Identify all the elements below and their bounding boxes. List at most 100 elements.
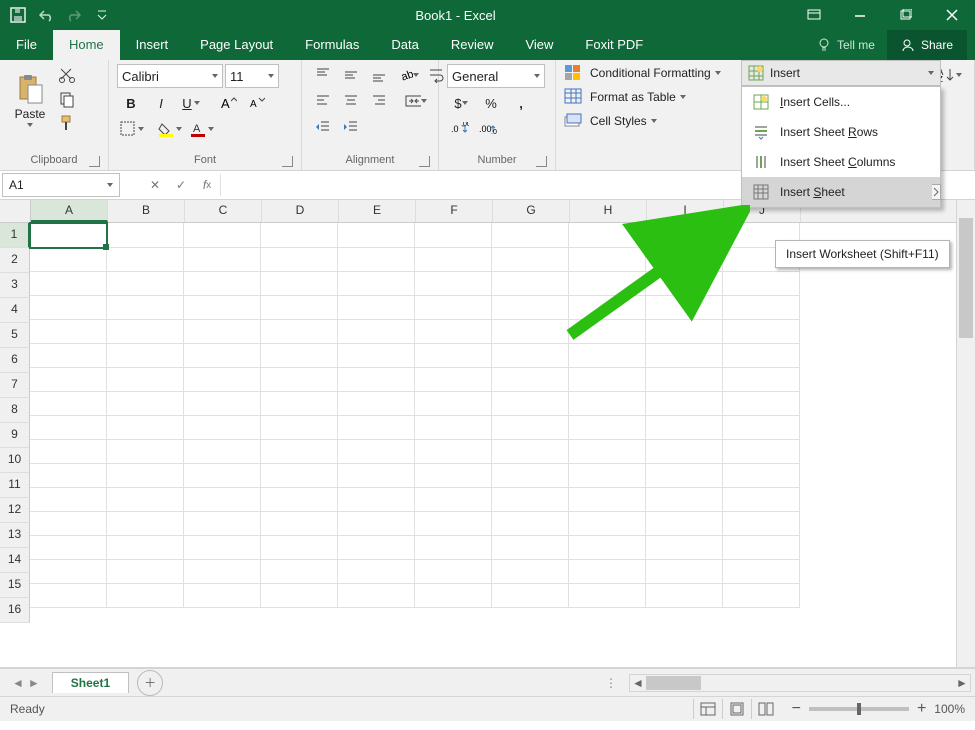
cell[interactable] xyxy=(415,583,492,608)
cell[interactable] xyxy=(492,559,569,584)
cell[interactable] xyxy=(415,295,492,320)
cell[interactable] xyxy=(569,271,646,296)
cell[interactable] xyxy=(107,223,184,248)
cell[interactable] xyxy=(261,559,338,584)
row-header[interactable]: 5 xyxy=(0,323,30,348)
currency-button[interactable]: $ xyxy=(447,92,475,114)
cell[interactable] xyxy=(723,295,800,320)
hscroll-right-icon[interactable]: ► xyxy=(954,676,970,690)
row-header[interactable]: 6 xyxy=(0,348,30,373)
underline-button[interactable]: U xyxy=(177,92,205,114)
row-header[interactable]: 7 xyxy=(0,373,30,398)
cell[interactable] xyxy=(646,583,723,608)
cell[interactable] xyxy=(107,487,184,512)
cell[interactable] xyxy=(338,511,415,536)
increase-indent-button[interactable] xyxy=(338,116,364,138)
share-button[interactable]: Share xyxy=(887,30,967,60)
cell[interactable] xyxy=(415,415,492,440)
vertical-scrollbar[interactable] xyxy=(956,200,975,667)
cell[interactable] xyxy=(261,535,338,560)
cell[interactable] xyxy=(30,559,107,584)
cell[interactable] xyxy=(646,295,723,320)
cell[interactable] xyxy=(261,415,338,440)
font-name-combo[interactable]: Calibri xyxy=(117,64,223,88)
decrease-indent-button[interactable] xyxy=(310,116,336,138)
cell[interactable] xyxy=(723,511,800,536)
cut-button[interactable] xyxy=(54,64,80,86)
cell[interactable] xyxy=(338,535,415,560)
column-header[interactable]: H xyxy=(570,200,647,222)
alignment-launcher-icon[interactable] xyxy=(419,156,430,167)
cell[interactable] xyxy=(338,559,415,584)
cell[interactable] xyxy=(30,247,107,272)
maximize-icon[interactable] xyxy=(883,0,929,30)
cell[interactable] xyxy=(30,295,107,320)
sheet-nav-next-icon[interactable]: ► xyxy=(28,676,40,690)
increase-decimal-button[interactable]: .0.00 xyxy=(447,118,473,140)
cell[interactable] xyxy=(492,463,569,488)
cell[interactable] xyxy=(261,319,338,344)
tab-view[interactable]: View xyxy=(509,30,569,60)
cell[interactable] xyxy=(569,439,646,464)
cell[interactable] xyxy=(184,559,261,584)
cell[interactable] xyxy=(184,319,261,344)
cell[interactable] xyxy=(107,535,184,560)
cell[interactable] xyxy=(723,487,800,512)
column-header[interactable]: C xyxy=(185,200,262,222)
tab-data[interactable]: Data xyxy=(375,30,434,60)
cell[interactable] xyxy=(107,319,184,344)
cell[interactable] xyxy=(492,247,569,272)
tab-insert[interactable]: Insert xyxy=(120,30,185,60)
merge-center-button[interactable] xyxy=(402,90,430,112)
cell[interactable] xyxy=(261,511,338,536)
cell[interactable] xyxy=(338,247,415,272)
cell[interactable] xyxy=(415,223,492,248)
undo-icon[interactable] xyxy=(36,5,56,25)
cell[interactable] xyxy=(569,319,646,344)
cell[interactable] xyxy=(723,391,800,416)
cell[interactable] xyxy=(723,559,800,584)
cell[interactable] xyxy=(30,535,107,560)
row-header[interactable]: 9 xyxy=(0,423,30,448)
cell[interactable] xyxy=(30,487,107,512)
align-center-button[interactable] xyxy=(338,90,364,112)
tab-split-handle[interactable]: ⋮ xyxy=(605,676,619,690)
cell[interactable] xyxy=(338,487,415,512)
sheet-tab-active[interactable]: Sheet1 xyxy=(52,672,129,693)
cell[interactable] xyxy=(569,295,646,320)
cell[interactable] xyxy=(492,271,569,296)
format-painter-button[interactable] xyxy=(54,112,80,134)
cell[interactable] xyxy=(723,535,800,560)
cell[interactable] xyxy=(492,511,569,536)
cell[interactable] xyxy=(723,463,800,488)
cell[interactable] xyxy=(30,391,107,416)
cell[interactable] xyxy=(184,439,261,464)
insert-function-icon[interactable]: fx xyxy=(194,172,220,198)
cell[interactable] xyxy=(723,583,800,608)
cell[interactable] xyxy=(646,535,723,560)
row-header[interactable]: 10 xyxy=(0,448,30,473)
cell[interactable] xyxy=(184,535,261,560)
cell[interactable] xyxy=(569,223,646,248)
row-header[interactable]: 8 xyxy=(0,398,30,423)
cell[interactable] xyxy=(723,343,800,368)
minimize-icon[interactable] xyxy=(837,0,883,30)
cell[interactable] xyxy=(184,391,261,416)
cell[interactable] xyxy=(107,391,184,416)
bold-button[interactable]: B xyxy=(117,92,145,114)
cell[interactable] xyxy=(646,271,723,296)
row-header[interactable]: 16 xyxy=(0,598,30,623)
italic-button[interactable]: I xyxy=(147,92,175,114)
cell[interactable] xyxy=(415,559,492,584)
cell[interactable] xyxy=(30,583,107,608)
cell[interactable] xyxy=(30,415,107,440)
cell[interactable] xyxy=(492,415,569,440)
cell[interactable] xyxy=(569,559,646,584)
cell[interactable] xyxy=(492,343,569,368)
cell[interactable] xyxy=(415,487,492,512)
cells-area[interactable] xyxy=(30,223,800,623)
percent-button[interactable]: % xyxy=(477,92,505,114)
cancel-formula-icon[interactable]: ✕ xyxy=(142,172,168,198)
copy-button[interactable] xyxy=(54,88,80,110)
zoom-out-button[interactable]: − xyxy=(792,700,801,718)
